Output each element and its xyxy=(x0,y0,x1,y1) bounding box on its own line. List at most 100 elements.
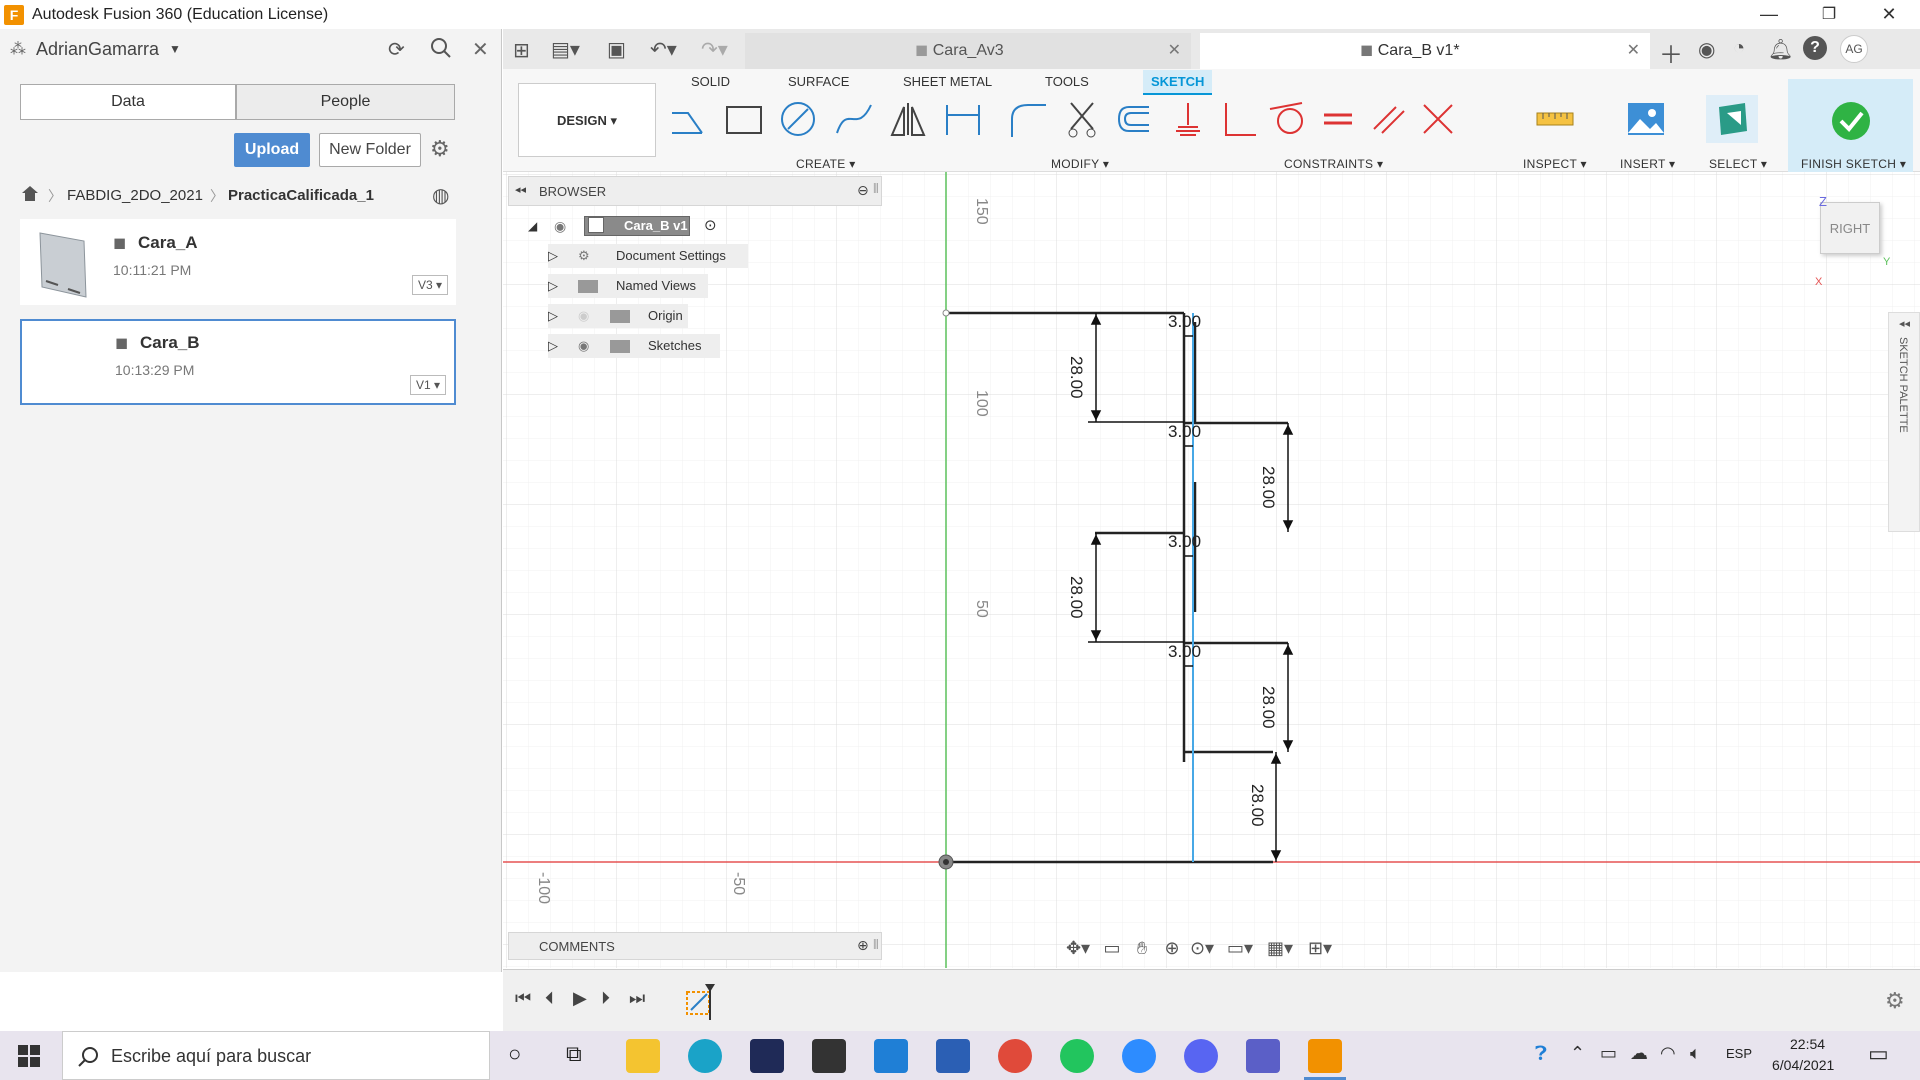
windows-start-icon[interactable] xyxy=(18,1045,40,1067)
visual-studio-icon[interactable] xyxy=(750,1039,784,1073)
gear-icon[interactable]: ⚙ xyxy=(430,136,450,162)
dimension-length[interactable]: 28.00 xyxy=(1066,576,1086,619)
inspect-menu[interactable]: INSPECT ▾ xyxy=(1523,157,1587,171)
activate-radio-icon[interactable]: ⊙ xyxy=(704,214,717,238)
expand-triangle-icon[interactable]: ▷ xyxy=(548,244,558,268)
taskbar-search-box[interactable]: Escribe aquí para buscar xyxy=(62,1031,490,1080)
create-menu[interactable]: CREATE ▾ xyxy=(796,157,856,171)
browser-pin-icon[interactable]: ⦀ xyxy=(873,181,879,197)
mirror-tool-icon[interactable] xyxy=(888,99,928,139)
notifications-icon[interactable]: 🔔︎ xyxy=(1768,37,1793,62)
battery-icon[interactable]: ▭ xyxy=(1600,1043,1617,1064)
version-dropdown[interactable]: V1 ▾ xyxy=(410,375,446,395)
tab-cara-a[interactable]: ◼ Cara_Av3 ✕ xyxy=(745,33,1191,69)
sketch-dimension-icon[interactable] xyxy=(943,99,983,139)
sketch-viewport[interactable] xyxy=(503,172,1920,968)
action-center-icon[interactable]: ▭ xyxy=(1868,1041,1889,1067)
clock-time[interactable]: 22:54 xyxy=(1790,1036,1825,1052)
chevron-down-icon[interactable]: ▼ xyxy=(169,42,181,56)
show-hidden-icons[interactable]: ⌃ xyxy=(1570,1043,1585,1064)
tab-sketch[interactable]: SKETCH xyxy=(1143,70,1213,95)
tab-tools[interactable]: TOOLS xyxy=(1045,74,1089,89)
expand-triangle-icon[interactable]: ▷ xyxy=(548,304,558,328)
select-tool-icon[interactable] xyxy=(1713,99,1753,139)
refresh-icon[interactable]: ⟳ xyxy=(388,37,405,62)
visibility-eye-icon[interactable]: ◉ xyxy=(554,214,566,238)
tab-surface[interactable]: SURFACE xyxy=(788,74,849,89)
tangent-constraint-icon[interactable] xyxy=(1268,99,1308,139)
grid-menu-icon[interactable]: ⊞ xyxy=(513,38,530,63)
onedrive-icon[interactable]: ☁︎ xyxy=(1630,1043,1648,1064)
close-tab-icon[interactable]: ✕ xyxy=(1627,33,1640,69)
close-tab-icon[interactable]: ✕ xyxy=(1168,33,1181,69)
close-window-button[interactable]: ✕ xyxy=(1860,0,1918,29)
search-icon[interactable] xyxy=(430,37,452,64)
timeline-sketch-feature-icon[interactable] xyxy=(683,982,719,1022)
volume-icon[interactable]: 🔈︎ xyxy=(1690,1043,1701,1064)
hidden-eye-icon[interactable]: ◉ xyxy=(578,304,589,328)
insert-image-icon[interactable] xyxy=(1626,99,1666,139)
fit-icon[interactable]: ⊙▾ xyxy=(1187,934,1217,962)
offset-tool-icon[interactable] xyxy=(1113,99,1153,139)
coincident-constraint-icon[interactable] xyxy=(1418,99,1458,139)
mail-icon[interactable] xyxy=(874,1039,908,1073)
fix-constraint-icon[interactable] xyxy=(1168,99,1208,139)
sketch-canvas[interactable]: 3.00 3.00 3.00 3.00 28.00 28.00 28.00 28… xyxy=(503,172,1920,968)
timeline-settings-icon[interactable]: ⚙ xyxy=(1885,988,1905,1014)
task-view-icon[interactable]: ⧉ xyxy=(566,1041,582,1067)
minimize-button[interactable]: — xyxy=(1740,0,1798,29)
edge-browser-icon[interactable] xyxy=(688,1039,722,1073)
file-card-cara-b[interactable]: ◼ Cara_B 10:13:29 PM V1 ▾ xyxy=(20,319,456,405)
redo-icon[interactable]: ↷▾ xyxy=(701,37,728,62)
cortana-icon[interactable]: ○ xyxy=(508,1041,521,1067)
orbit-icon[interactable]: ✥▾ xyxy=(1063,934,1093,962)
chrome-icon[interactable] xyxy=(998,1039,1032,1073)
spotify-icon[interactable] xyxy=(1060,1039,1094,1073)
tree-item-document-settings[interactable]: ▷ ⚙ Document Settings xyxy=(548,244,748,268)
expand-palette-icon[interactable]: ◂◂ xyxy=(1899,317,1910,330)
new-folder-button[interactable]: New Folder xyxy=(319,133,421,167)
pan-icon[interactable]: ✋︎ xyxy=(1127,934,1157,962)
trim-tool-icon[interactable] xyxy=(1063,99,1103,139)
teams-icon[interactable] xyxy=(1246,1039,1280,1073)
language-indicator[interactable]: ESP xyxy=(1726,1046,1752,1061)
line-tool-icon[interactable] xyxy=(668,99,708,139)
go-to-end-icon[interactable]: ⏭︎ xyxy=(629,988,645,1009)
tree-item-sketches[interactable]: ▷ ◉ Sketches xyxy=(548,334,720,358)
dimension-length[interactable]: 28.00 xyxy=(1247,784,1267,827)
expand-triangle-icon[interactable]: ▷ xyxy=(548,334,558,358)
tab-cara-b[interactable]: ◼ Cara_B v1* ✕ xyxy=(1200,33,1650,69)
viewports-icon[interactable]: ⊞▾ xyxy=(1305,934,1335,962)
tab-people[interactable]: People xyxy=(236,84,455,120)
dimension-length[interactable]: 28.00 xyxy=(1066,356,1086,399)
select-menu[interactable]: SELECT ▾ xyxy=(1709,157,1767,171)
zoom-icon[interactable] xyxy=(1122,1039,1156,1073)
new-tab-icon[interactable]: ＋ xyxy=(1659,35,1683,70)
undo-icon[interactable]: ↶▾ xyxy=(650,37,677,62)
upload-button[interactable]: Upload xyxy=(234,133,310,167)
zoom-icon[interactable]: ⊕ xyxy=(1157,934,1187,962)
tab-data[interactable]: Data xyxy=(20,84,236,120)
perpendicular-constraint-icon[interactable] xyxy=(1218,99,1258,139)
word-icon[interactable] xyxy=(936,1039,970,1073)
save-icon[interactable]: ▣ xyxy=(607,37,626,62)
file-menu-icon[interactable]: ▤▾ xyxy=(551,37,580,62)
viewcube[interactable]: RIGHT xyxy=(1820,202,1880,254)
restore-button[interactable]: ❐ xyxy=(1800,0,1858,29)
insert-menu[interactable]: INSERT ▾ xyxy=(1620,157,1675,171)
play-icon[interactable]: ▶︎ xyxy=(573,988,587,1009)
constraints-menu[interactable]: CONSTRAINTS ▾ xyxy=(1284,157,1383,171)
collapse-triangle-icon[interactable]: ◢ xyxy=(528,214,537,238)
fusion-taskbar-icon[interactable] xyxy=(1308,1039,1342,1073)
dimension-length[interactable]: 28.00 xyxy=(1258,686,1278,729)
dimension-thickness[interactable]: 3.00 xyxy=(1168,312,1201,332)
comments-pin-icon[interactable]: ⦀ xyxy=(873,937,879,953)
tree-item-named-views[interactable]: ▷ Named Views xyxy=(548,274,708,298)
measure-tool-icon[interactable] xyxy=(1535,99,1575,139)
user-avatar[interactable]: AG xyxy=(1840,35,1868,63)
comments-panel[interactable]: COMMENTS ⊕ ⦀ xyxy=(508,932,882,960)
circle-tool-icon[interactable] xyxy=(778,99,818,139)
browser-root-row[interactable]: ◢ ◉ Cara_B v1 ⊙ xyxy=(528,214,738,238)
display-settings-icon[interactable]: ▭▾ xyxy=(1225,934,1255,962)
wifi-icon[interactable]: ◠ xyxy=(1660,1043,1676,1064)
